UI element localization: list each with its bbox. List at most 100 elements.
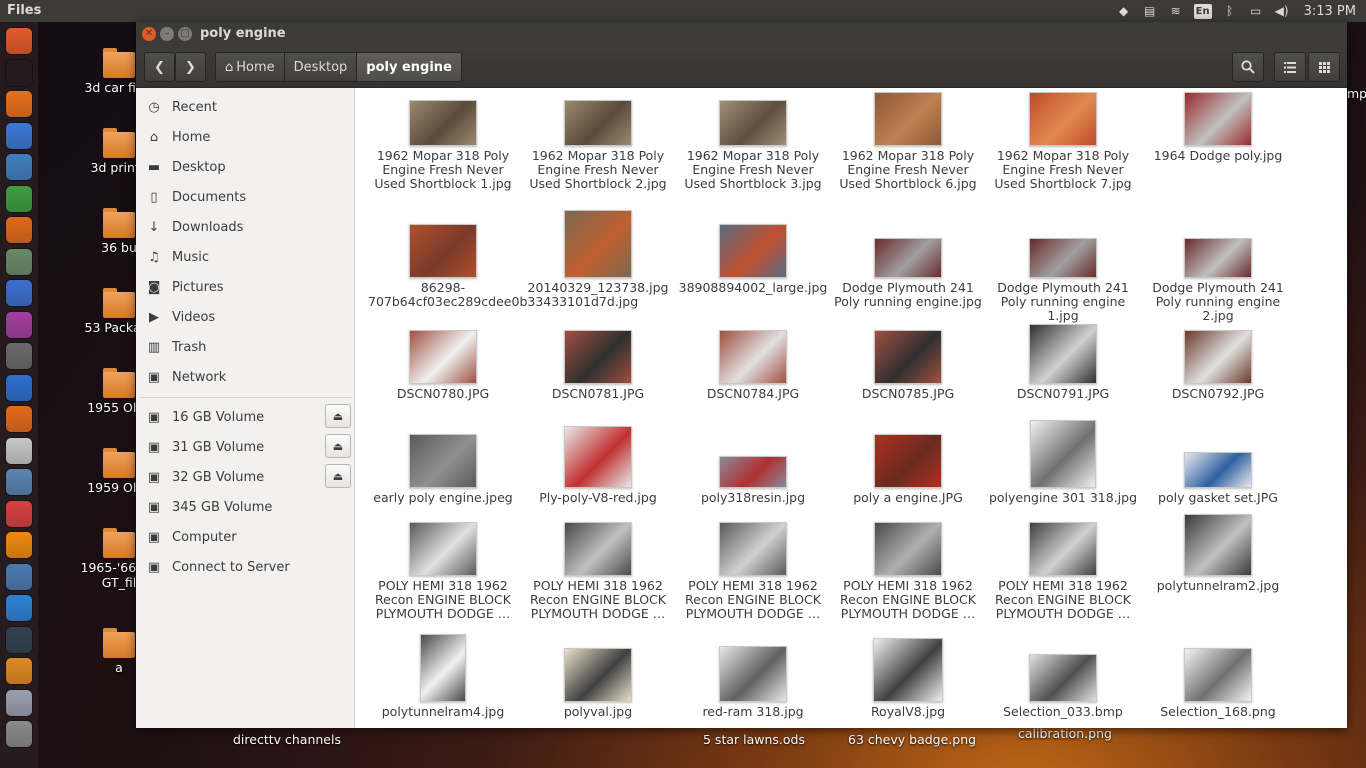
launcher-impress-icon[interactable] (6, 311, 32, 338)
file-item[interactable]: 20140329_123738.jpg (523, 210, 673, 295)
list-view-button[interactable] (1274, 52, 1306, 82)
desktop-file-label[interactable]: mp (1347, 86, 1366, 101)
file-item[interactable]: polytunnelram2.jpg (1143, 514, 1293, 593)
launcher-chromium-icon[interactable] (6, 122, 32, 149)
clock[interactable]: 3:13 PM (1304, 4, 1356, 19)
file-item[interactable]: DSCN0784.JPG (678, 330, 828, 401)
file-item[interactable]: 1962 Mopar 318 Poly Engine Fresh Never U… (523, 100, 673, 191)
file-item[interactable]: 1962 Mopar 318 Poly Engine Fresh Never U… (678, 100, 828, 191)
launcher-firefox-icon[interactable] (6, 91, 32, 117)
file-item[interactable]: Dodge Plymouth 241 Poly running engine 2… (1143, 238, 1293, 323)
launcher-trash-icon[interactable] (6, 721, 32, 747)
sidebar-item-videos[interactable]: ▶ Videos (136, 302, 355, 332)
file-item[interactable]: Dodge Plymouth 241 Poly running engine.j… (833, 238, 983, 309)
sidebar-item-desktop[interactable]: ▬ Desktop (136, 152, 355, 182)
crumb-desktop[interactable]: Desktop (284, 53, 358, 81)
keyboard-layout-indicator[interactable]: En (1193, 3, 1212, 19)
eject-button[interactable]: ⏏ (325, 464, 351, 488)
crumb-home[interactable]: ⌂ Home (216, 53, 285, 81)
launcher-app-icon[interactable] (6, 280, 32, 306)
launcher-blender-icon[interactable] (6, 217, 32, 243)
launcher-software-center-icon[interactable] (6, 406, 32, 432)
desktop-file-label[interactable]: calibration.png (1018, 726, 1112, 741)
file-item[interactable]: POLY HEMI 318 1962 Recon ENGINE BLOCK PL… (368, 522, 518, 621)
sidebar-item-pictures[interactable]: ◙ Pictures (136, 272, 355, 302)
launcher-app-icon[interactable] (6, 689, 32, 716)
launcher-app-icon[interactable] (6, 563, 32, 590)
launcher-calc-icon[interactable] (6, 185, 32, 212)
file-item[interactable]: polyval.jpg (523, 648, 673, 719)
file-item[interactable]: 1964 Dodge poly.jpg (1143, 92, 1293, 163)
launcher-system-tool-icon[interactable] (6, 469, 32, 495)
file-item[interactable]: Selection_168.png (1143, 648, 1293, 719)
sidebar-device-connect-to-server[interactable]: ▣ Connect to Server (136, 552, 355, 582)
file-item[interactable]: 1962 Mopar 318 Poly Engine Fresh Never U… (833, 92, 983, 191)
volume-icon[interactable]: ◀) (1274, 4, 1290, 18)
file-item[interactable]: POLY HEMI 318 1962 Recon ENGINE BLOCK PL… (988, 522, 1138, 621)
dropbox-icon[interactable]: ◆ (1116, 4, 1132, 18)
file-item[interactable]: DSCN0785.JPG (833, 330, 983, 401)
sidebar-device-345-gb-volume[interactable]: ▣ 345 GB Volume (136, 492, 355, 522)
file-item[interactable]: DSCN0780.JPG (368, 330, 518, 401)
maximize-window-button[interactable]: □ (178, 27, 192, 41)
file-item[interactable]: poly a engine.JPG (833, 434, 983, 505)
wifi-icon[interactable]: ≋ (1168, 4, 1184, 18)
desktop-file-label[interactable]: directtv channels (233, 732, 341, 747)
sidebar-device-32-gb-volume[interactable]: ▣ 32 GB Volume ⏏ (136, 462, 355, 492)
file-item[interactable]: early poly engine.jpeg (368, 434, 518, 505)
crumb-poly-engine[interactable]: poly engine (357, 53, 461, 81)
file-item[interactable]: RoyalV8.jpg (833, 638, 983, 719)
file-item[interactable]: 1962 Mopar 318 Poly Engine Fresh Never U… (988, 92, 1138, 191)
sidebar-item-network[interactable]: ▣ Network (136, 362, 355, 392)
launcher-app-icon[interactable] (6, 626, 32, 653)
sidebar-device-31-gb-volume[interactable]: ▣ 31 GB Volume ⏏ (136, 432, 355, 462)
launcher-terminal-icon[interactable] (6, 343, 32, 369)
file-item[interactable]: poly gasket set.JPG (1143, 452, 1293, 505)
bluetooth-icon[interactable]: ᛒ (1222, 4, 1238, 18)
file-item[interactable]: POLY HEMI 318 1962 Recon ENGINE BLOCK PL… (523, 522, 673, 621)
desktop-file-label[interactable]: 63 chevy badge.png (848, 732, 976, 747)
file-item[interactable]: POLY HEMI 318 1962 Recon ENGINE BLOCK PL… (678, 522, 828, 621)
minimize-window-button[interactable]: – (160, 27, 174, 41)
file-item[interactable]: DSCN0792.JPG (1143, 330, 1293, 401)
sidebar-device-computer[interactable]: ▣ Computer (136, 522, 355, 552)
file-item[interactable]: POLY HEMI 318 1962 Recon ENGINE BLOCK PL… (833, 522, 983, 621)
sidebar-item-trash[interactable]: ▥ Trash (136, 332, 355, 362)
file-item[interactable]: DSCN0781.JPG (523, 330, 673, 401)
file-item[interactable]: Selection_033.bmp (988, 654, 1138, 719)
sidebar-item-music[interactable]: ♫ Music (136, 242, 355, 272)
file-item[interactable]: 1962 Mopar 318 Poly Engine Fresh Never U… (368, 100, 518, 191)
file-item[interactable]: red-ram 318.jpg (678, 646, 828, 719)
close-window-button[interactable]: ✕ (142, 27, 156, 41)
grid-view-button[interactable] (1308, 52, 1340, 82)
back-button[interactable]: ❮ (144, 52, 175, 82)
launcher-player-icon[interactable] (6, 595, 32, 621)
eject-button[interactable]: ⏏ (325, 434, 351, 458)
launcher-vlc-icon[interactable] (6, 532, 32, 558)
printer-icon[interactable]: ▤ (1142, 4, 1158, 18)
sidebar-item-recent[interactable]: ◷ Recent (136, 92, 355, 122)
file-item[interactable]: DSCN0791.JPG (988, 324, 1138, 401)
sidebar-item-home[interactable]: ⌂ Home (136, 122, 355, 152)
desktop-file-label[interactable]: 5 star lawns.ods (703, 732, 805, 747)
file-item[interactable]: Ply-poly-V8-red.jpg (523, 426, 673, 505)
file-item[interactable]: polytunnelram4.jpg (368, 634, 518, 719)
launcher-writer-icon[interactable] (6, 154, 32, 180)
file-item[interactable]: 86298-707b64cf03ec289cdee0b33433101d7d.j… (368, 224, 638, 309)
sidebar-item-documents[interactable]: ▯ Documents (136, 182, 355, 212)
launcher-gimp-icon[interactable] (6, 248, 32, 275)
file-item[interactable]: 38908894002_large.jpg (678, 224, 828, 295)
launcher-dash-icon[interactable] (6, 28, 32, 54)
file-item[interactable]: Dodge Plymouth 241 Poly running engine 1… (988, 238, 1138, 323)
search-button[interactable] (1232, 52, 1264, 82)
eject-button[interactable]: ⏏ (325, 404, 351, 428)
window-titlebar[interactable]: ✕ – □ poly engine (136, 22, 1347, 46)
sidebar-device-16-gb-volume[interactable]: ▣ 16 GB Volume ⏏ (136, 402, 355, 432)
launcher-settings-icon[interactable] (6, 374, 32, 401)
launcher-recorder-icon[interactable] (6, 500, 32, 527)
file-item[interactable]: poly318resin.jpg (678, 456, 828, 505)
file-item[interactable]: polyengine 301 318.jpg (988, 420, 1138, 505)
battery-icon[interactable]: ▭ (1248, 4, 1264, 18)
launcher-app-icon[interactable] (6, 658, 32, 684)
launcher-settings-tool-icon[interactable] (6, 437, 32, 464)
